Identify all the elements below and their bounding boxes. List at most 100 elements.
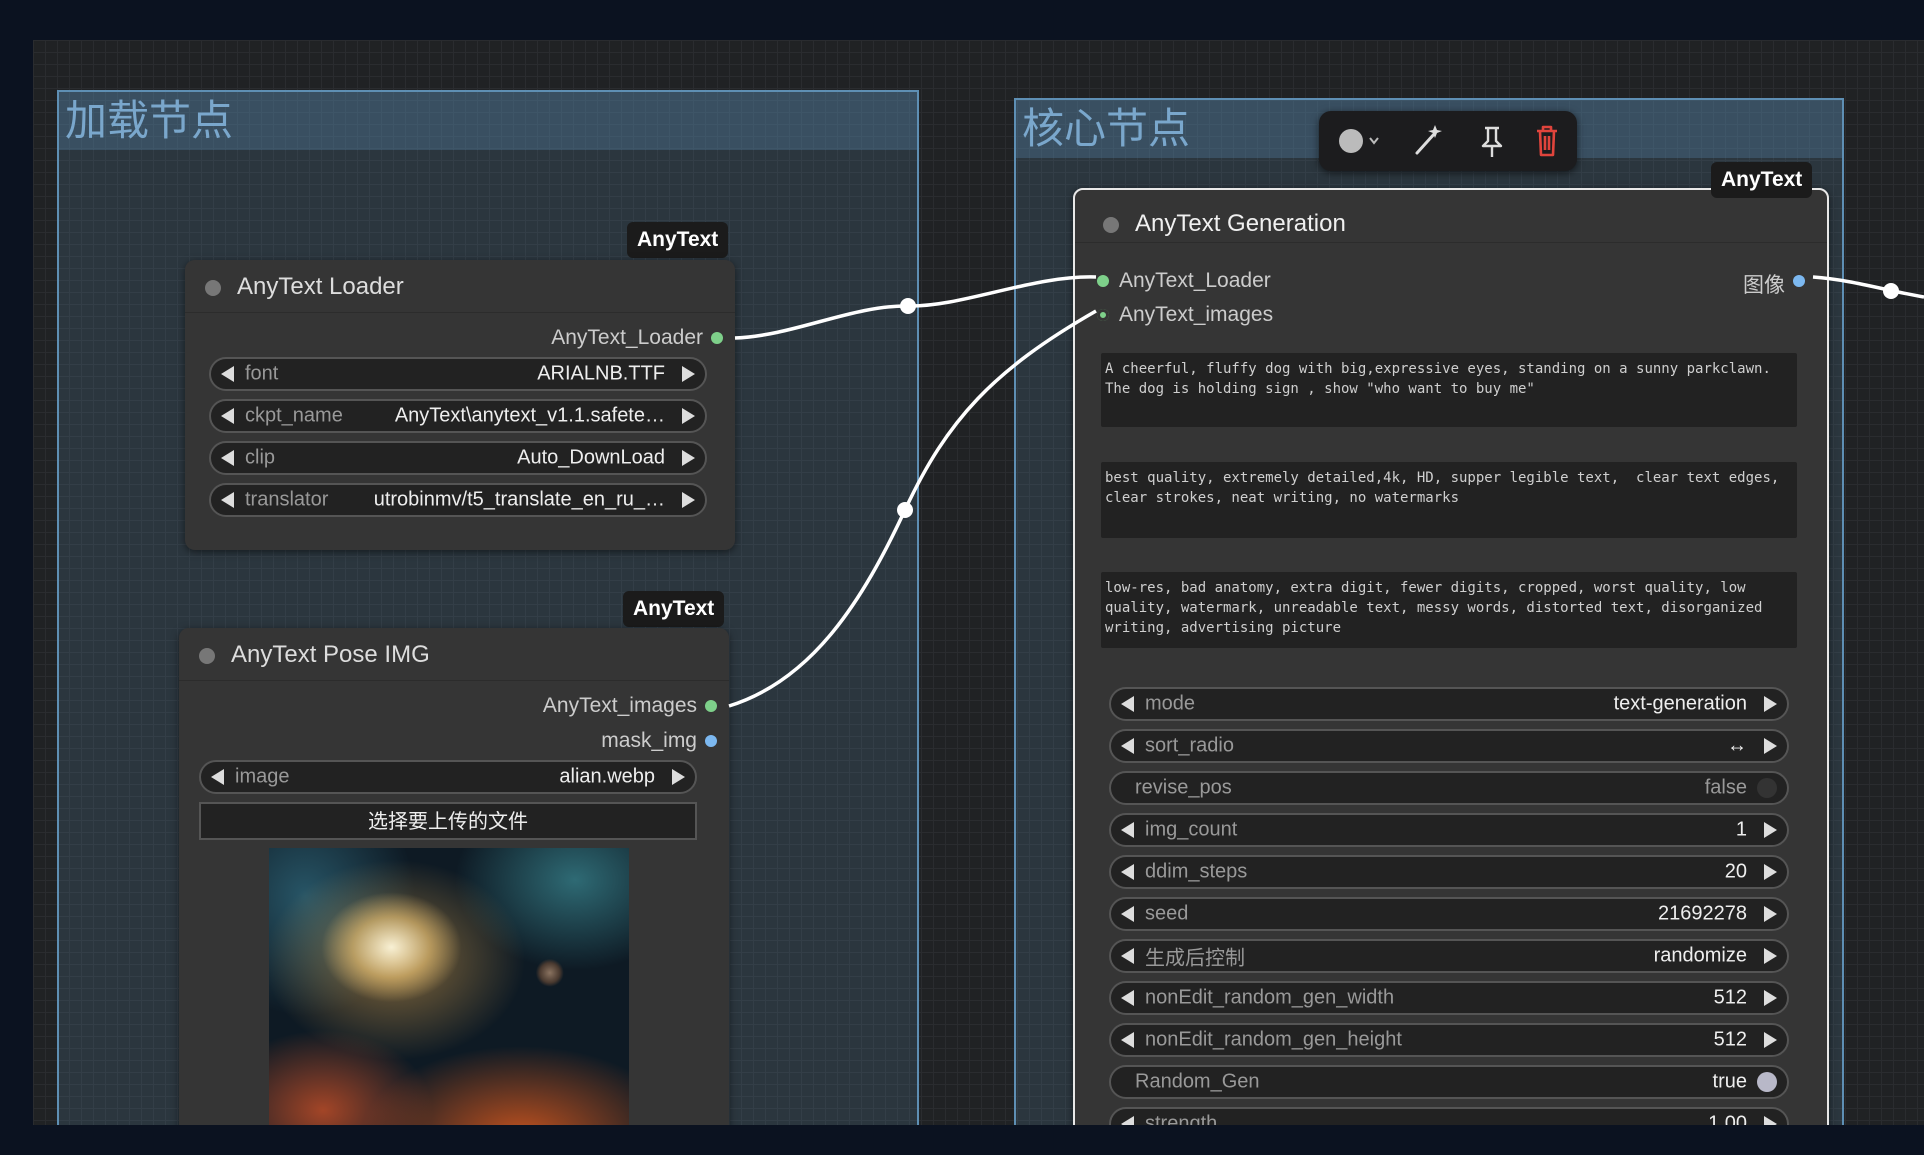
widget-2[interactable]: revise_pos false xyxy=(1109,771,1789,805)
widget-font[interactable]: font ARIALNB.TTF xyxy=(209,357,707,391)
input-label-anytext-loader: AnyText_Loader xyxy=(1119,269,1271,292)
increment-arrow-icon[interactable] xyxy=(672,769,685,785)
wand-icon xyxy=(1415,125,1442,155)
widget-0[interactable]: mode text-generation xyxy=(1109,687,1789,721)
node-header[interactable]: AnyText Generation xyxy=(1075,190,1827,243)
input-port-anytext-loader[interactable] xyxy=(1097,275,1109,287)
decrement-arrow-icon[interactable] xyxy=(211,769,224,785)
collapse-dot-icon[interactable] xyxy=(205,280,221,296)
wand-button[interactable] xyxy=(1399,111,1455,171)
decrement-arrow-icon[interactable] xyxy=(221,408,234,424)
widget-value: 21692278 xyxy=(1658,902,1747,925)
decrement-arrow-icon[interactable] xyxy=(221,492,234,508)
widget-clip[interactable]: clip Auto_DownLoad xyxy=(209,441,707,475)
widget-translator[interactable]: translator utrobinmv/t5_translate_en_ru_… xyxy=(209,483,707,517)
negative-prompt-textarea[interactable]: low-res, bad anatomy, extra digit, fewer… xyxy=(1101,572,1797,648)
circle-icon xyxy=(1339,129,1363,153)
widget-value: 512 xyxy=(1713,986,1747,1009)
increment-arrow-icon[interactable] xyxy=(1764,948,1777,964)
widget-label: strength xyxy=(1145,1112,1218,1126)
increment-arrow-icon[interactable] xyxy=(1764,696,1777,712)
decrement-arrow-icon[interactable] xyxy=(1121,864,1134,880)
widget-7[interactable]: nonEdit_random_gen_width 512 xyxy=(1109,981,1789,1015)
increment-arrow-icon[interactable] xyxy=(1764,1116,1777,1125)
increment-arrow-icon[interactable] xyxy=(1764,906,1777,922)
decrement-arrow-icon[interactable] xyxy=(1121,1116,1134,1125)
input-port-anytext-images[interactable] xyxy=(1097,309,1109,321)
decrement-arrow-icon[interactable] xyxy=(1121,948,1134,964)
node-title: AnyText Generation xyxy=(1135,210,1346,237)
widget-label: font xyxy=(245,362,279,385)
decrement-arrow-icon[interactable] xyxy=(1121,696,1134,712)
widget-value: ↔ xyxy=(1727,734,1747,757)
increment-arrow-icon[interactable] xyxy=(1764,990,1777,1006)
widget-10[interactable]: strength 1.00 xyxy=(1109,1107,1789,1125)
node-toolbar xyxy=(1319,111,1577,171)
node-anytext-loader[interactable]: AnyText Loader AnyText_Loader font ARIAL… xyxy=(185,260,735,550)
collapse-dot-icon[interactable] xyxy=(1103,217,1119,233)
collapse-dot-icon[interactable] xyxy=(199,648,215,664)
trash-icon xyxy=(1537,125,1557,157)
widget-label: translator xyxy=(245,488,329,511)
widget-6[interactable]: 生成后控制 randomize xyxy=(1109,939,1789,973)
widget-label: image xyxy=(235,765,290,788)
output-port-image[interactable] xyxy=(1793,275,1805,287)
decrement-arrow-icon[interactable] xyxy=(1121,822,1134,838)
increment-arrow-icon[interactable] xyxy=(682,366,695,382)
output-port-anytext-images[interactable] xyxy=(705,700,717,712)
increment-arrow-icon[interactable] xyxy=(1764,864,1777,880)
output-port-mask-img[interactable] xyxy=(705,735,717,747)
widget-label: revise_pos xyxy=(1135,776,1232,799)
increment-arrow-icon[interactable] xyxy=(682,450,695,466)
increment-arrow-icon[interactable] xyxy=(682,492,695,508)
decrement-arrow-icon[interactable] xyxy=(221,450,234,466)
increment-arrow-icon[interactable] xyxy=(1764,822,1777,838)
node-header[interactable]: AnyText Pose IMG xyxy=(179,628,729,681)
prompt-textarea[interactable]: A cheerful, fluffy dog with big,expressi… xyxy=(1101,353,1797,427)
node-header[interactable]: AnyText Loader xyxy=(185,260,735,313)
widget-4[interactable]: ddim_steps 20 xyxy=(1109,855,1789,889)
pin-button[interactable] xyxy=(1464,111,1520,171)
toggle-switch[interactable] xyxy=(1757,1072,1777,1092)
delete-button[interactable] xyxy=(1519,111,1575,171)
widget-image[interactable]: image alian.webp xyxy=(199,760,697,794)
widget-label: ddim_steps xyxy=(1145,860,1248,883)
widget-value: randomize xyxy=(1653,944,1747,967)
positive-prompt-textarea[interactable]: best quality, extremely detailed,4k, HD,… xyxy=(1101,462,1797,538)
widget-9[interactable]: Random_Gen true xyxy=(1109,1065,1789,1099)
group-title-loader[interactable]: 加载节点 xyxy=(59,92,917,150)
widget-8[interactable]: nonEdit_random_gen_height 512 xyxy=(1109,1023,1789,1057)
increment-arrow-icon[interactable] xyxy=(1764,738,1777,754)
widget-value: 512 xyxy=(1713,1028,1747,1051)
widget-3[interactable]: img_count 1 xyxy=(1109,813,1789,847)
widget-value: Auto_DownLoad xyxy=(517,446,665,469)
node-badge-pose: AnyText xyxy=(623,591,725,627)
widget-label: sort_radio xyxy=(1145,734,1234,757)
output-port-anytext-loader[interactable] xyxy=(711,332,723,344)
decrement-arrow-icon[interactable] xyxy=(1121,1032,1134,1048)
node-canvas[interactable]: 加载节点 核心节点 AnyText AnyText Loader AnyText… xyxy=(33,40,1924,1125)
decrement-arrow-icon[interactable] xyxy=(1121,738,1134,754)
increment-arrow-icon[interactable] xyxy=(682,408,695,424)
node-title: AnyText Pose IMG xyxy=(231,641,430,668)
widget-label: img_count xyxy=(1145,818,1238,841)
increment-arrow-icon[interactable] xyxy=(1764,1032,1777,1048)
widget-value: 1.00 xyxy=(1708,1112,1747,1126)
widget-value: text-generation xyxy=(1613,692,1747,715)
decrement-arrow-icon[interactable] xyxy=(1121,906,1134,922)
node-anytext-pose-img[interactable]: AnyText Pose IMG AnyText_images mask_img… xyxy=(179,628,729,1125)
output-label-mask-img: mask_img xyxy=(601,729,697,752)
node-anytext-generation[interactable]: AnyText Generation AnyText_Loader AnyTex… xyxy=(1073,188,1829,1125)
decrement-arrow-icon[interactable] xyxy=(1121,990,1134,1006)
toggle-switch[interactable] xyxy=(1757,778,1777,798)
widget-value: utrobinmv/t5_translate_en_ru_… xyxy=(373,488,665,511)
decrement-arrow-icon[interactable] xyxy=(221,366,234,382)
widget-ckpt-name[interactable]: ckpt_name AnyText\anytext_v1.1.safete… xyxy=(209,399,707,433)
widget-1[interactable]: sort_radio ↔ xyxy=(1109,729,1789,763)
widget-label: ckpt_name xyxy=(245,404,343,427)
upload-file-button[interactable]: 选择要上传的文件 xyxy=(199,802,697,840)
widget-label: 生成后控制 xyxy=(1145,947,1245,970)
color-picker-button[interactable] xyxy=(1329,111,1385,171)
widget-5[interactable]: seed 21692278 xyxy=(1109,897,1789,931)
node-title: AnyText Loader xyxy=(237,273,404,300)
